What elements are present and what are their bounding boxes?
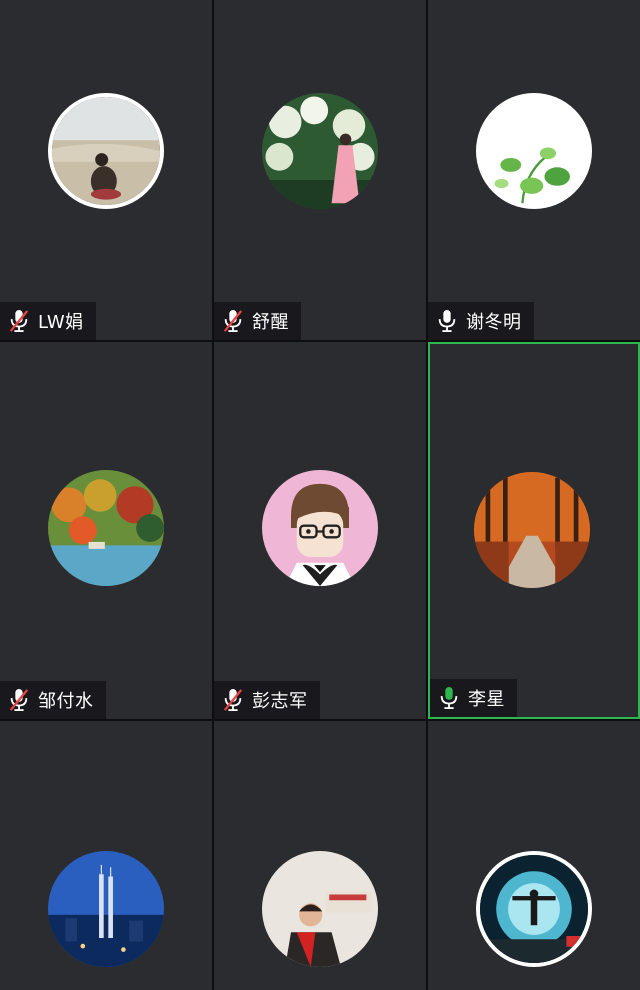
participant-avatar	[476, 93, 592, 209]
participant-tile-zou-fushui[interactable]: 邹付水	[0, 342, 212, 719]
participant-avatar	[262, 470, 378, 586]
mic-muted-icon	[222, 687, 244, 713]
participant-name: 谢冬明	[466, 312, 522, 333]
participant-name-tag: 谢冬明	[428, 302, 534, 340]
participant-name: 邹付水	[38, 691, 94, 712]
participant-tile-xie-dongming[interactable]: 谢冬明	[428, 0, 640, 340]
participant-name: LW娟	[38, 312, 84, 333]
participant-name-tag: 舒醒	[214, 302, 301, 340]
participant-name-tag: 邹付水	[0, 681, 106, 719]
mic-muted-icon	[8, 308, 30, 334]
participant-name: 彭志军	[252, 691, 308, 712]
participant-name-tag: 李星	[430, 679, 517, 717]
participant-avatar	[48, 851, 164, 967]
mic-icon	[436, 308, 458, 334]
participant-avatar	[48, 470, 164, 586]
mic-speaking-icon	[438, 685, 460, 711]
participant-tile-peng-zhijun[interactable]: 彭志军	[214, 342, 426, 719]
participant-name: 李星	[468, 689, 505, 710]
mic-muted-icon	[8, 687, 30, 713]
participant-tile-shu-xing[interactable]: 舒醒	[214, 0, 426, 340]
participant-name-tag: 彭志军	[214, 681, 320, 719]
participant-tile-lw-juan[interactable]: LW娟	[0, 0, 212, 340]
participant-avatar	[262, 851, 378, 967]
participant-tile[interactable]	[0, 721, 212, 990]
mic-muted-icon	[222, 308, 244, 334]
video-grid: LW娟 舒醒 谢冬明 邹付水 彭志军 李星	[0, 0, 640, 990]
participant-avatar	[476, 851, 592, 967]
participant-tile-li-xing[interactable]: 李星	[428, 342, 640, 719]
participant-tile[interactable]	[428, 721, 640, 990]
participant-avatar	[262, 93, 378, 209]
participant-avatar	[48, 93, 164, 209]
participant-name-tag: LW娟	[0, 302, 96, 340]
participant-tile[interactable]	[214, 721, 426, 990]
participant-name: 舒醒	[252, 312, 289, 333]
participant-avatar	[474, 472, 590, 588]
